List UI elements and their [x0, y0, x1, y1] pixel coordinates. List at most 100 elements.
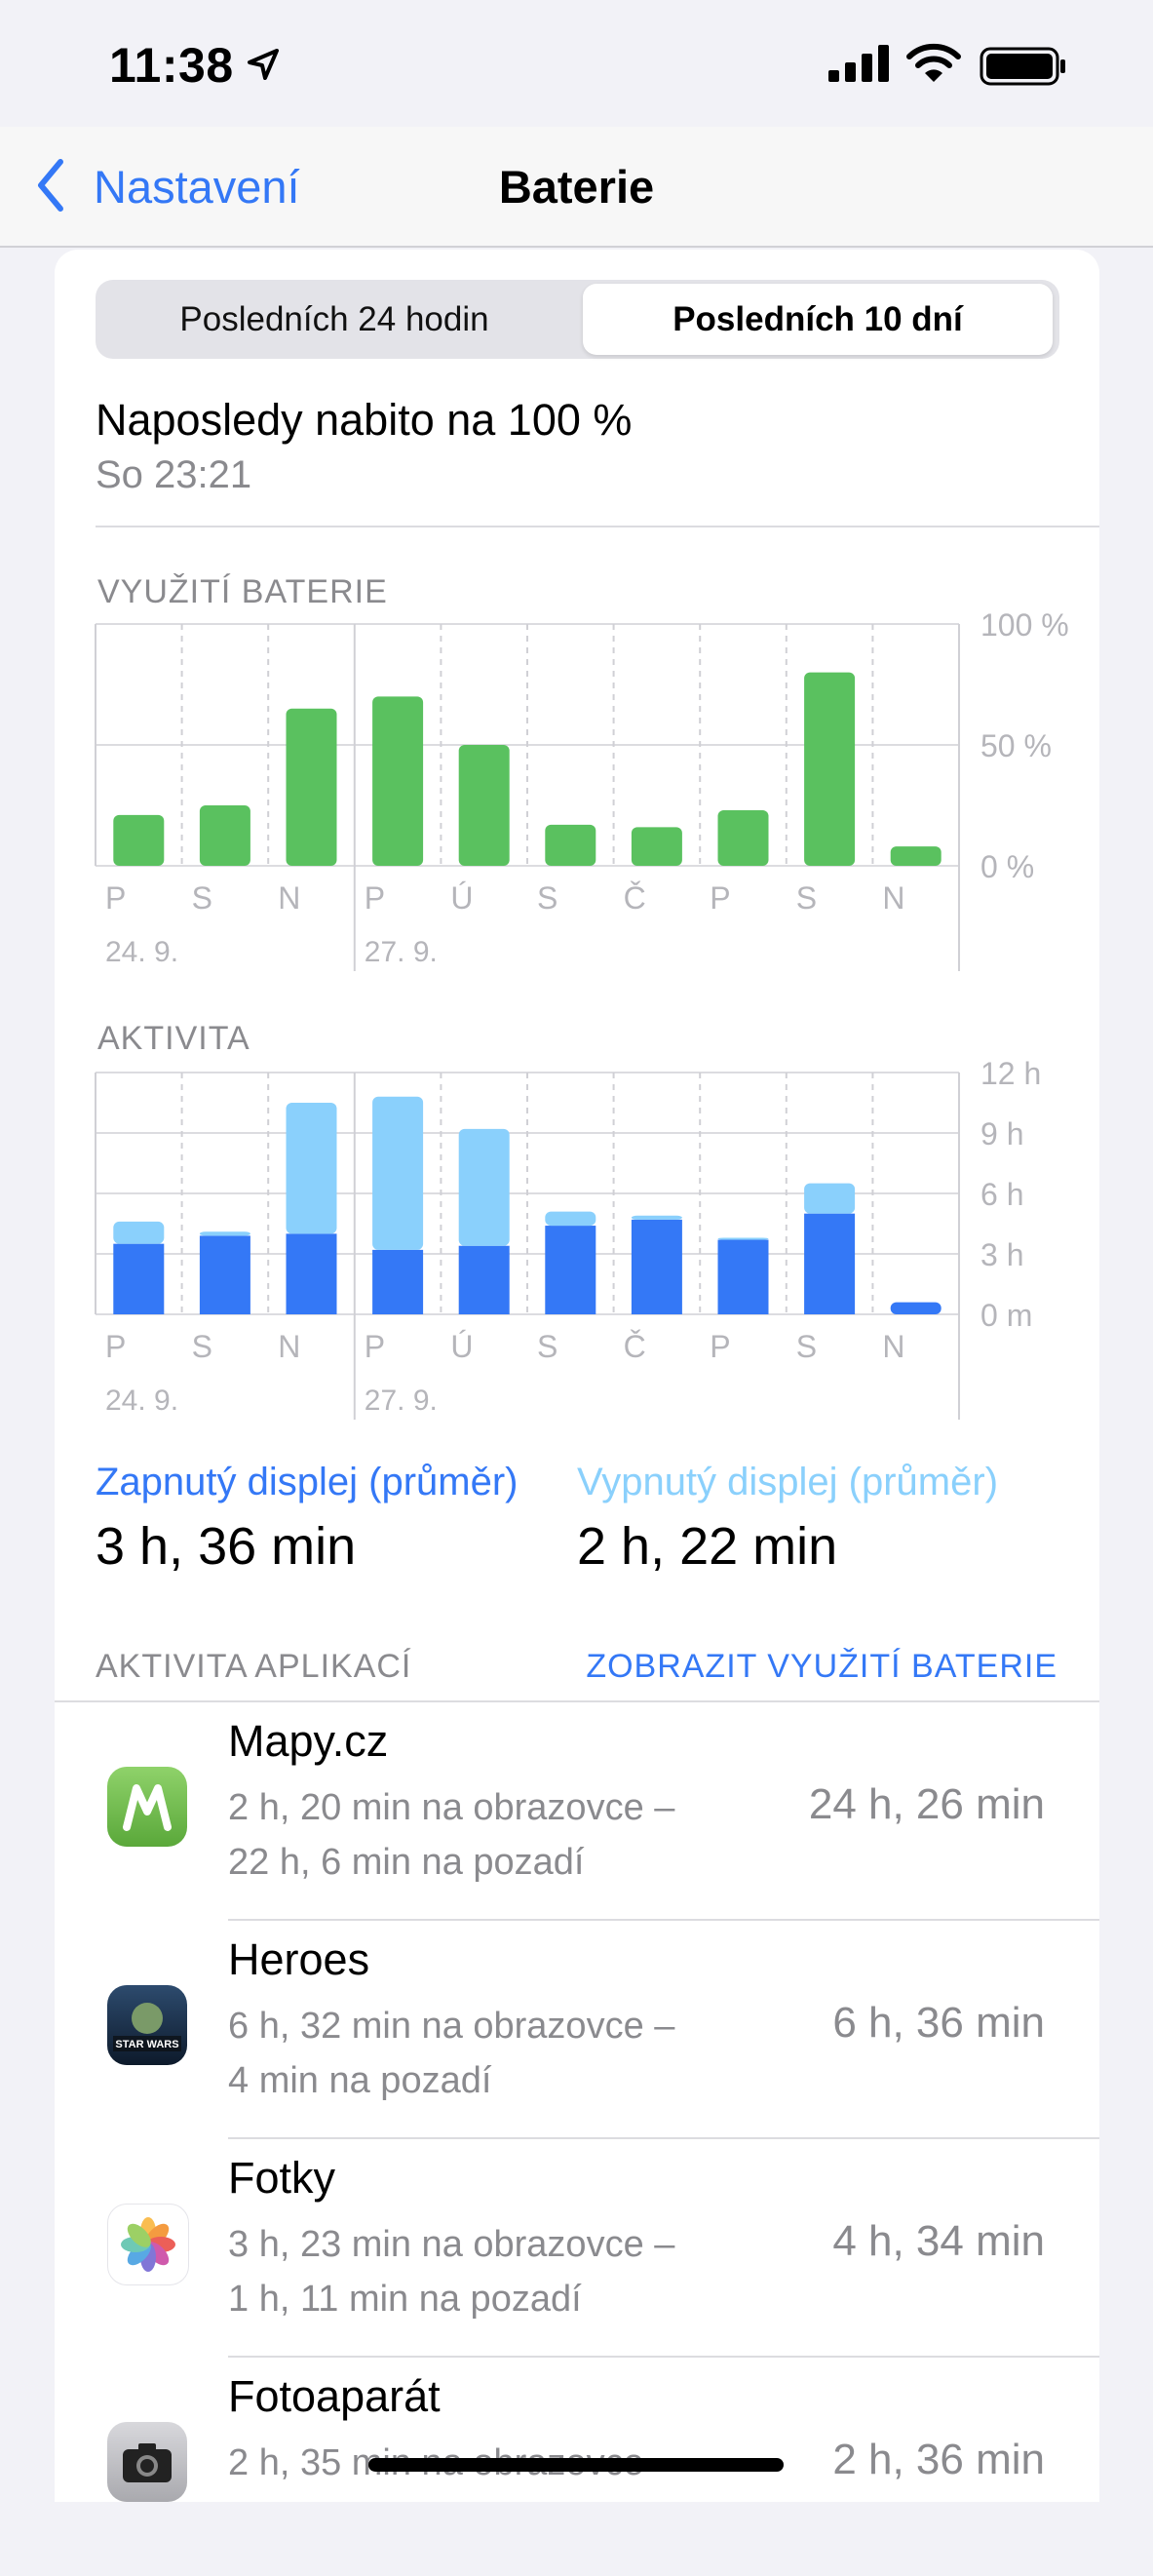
- camera-icon: [107, 2422, 187, 2502]
- bar: [372, 696, 424, 866]
- app-row-heroes[interactable]: STAR WARS Heroes 6 h, 32 min na obrazovc…: [55, 1921, 1099, 2139]
- app-activity-label: AKTIVITA APLIKACÍ: [96, 1648, 412, 1685]
- y-tick-label: 50 %: [980, 728, 1052, 763]
- app-total-time: 2 h, 36 min: [832, 2436, 1045, 2483]
- bar: [717, 1237, 769, 1240]
- date-label: 27. 9.: [365, 936, 438, 968]
- bar: [631, 827, 682, 866]
- status-time: 11:38: [109, 38, 234, 93]
- bar: [717, 1239, 769, 1314]
- x-tick-label: P: [710, 880, 730, 916]
- x-tick-label: N: [882, 880, 904, 916]
- activity-chart[interactable]: 12 h 9 h 6 h 3 h 0 m P S N P Ú S Č P S N 24. 9. 27. 9.: [0, 1053, 1153, 1433]
- date-label: 24. 9.: [105, 1385, 178, 1417]
- show-battery-usage-link[interactable]: ZOBRAZIT VYUŽITÍ BATERIE: [586, 1648, 1057, 1686]
- app-usage-line: 22 h, 6 min na pozadí: [228, 1842, 585, 1883]
- bar: [286, 1103, 337, 1234]
- last-charged-time: So 23:21: [96, 453, 252, 496]
- bar: [631, 1215, 682, 1220]
- x-tick-label: S: [192, 880, 212, 916]
- app-total-time: 6 h, 36 min: [832, 1999, 1045, 2047]
- screen-on-value: 3 h, 36 min: [96, 1517, 357, 1576]
- x-tick-label: S: [796, 1329, 817, 1364]
- app-usage-line: 4 min na pozadí: [228, 2060, 492, 2101]
- y-tick-label: 6 h: [980, 1177, 1023, 1212]
- x-tick-label: N: [278, 1329, 300, 1364]
- app-usage-line: 6 h, 32 min na obrazovce –: [228, 2006, 675, 2047]
- bar: [458, 745, 510, 866]
- bar: [372, 1096, 424, 1250]
- app-usage-line: 2 h, 20 min na obrazovce –: [228, 1787, 675, 1828]
- battery-usage-chart[interactable]: 100 % 50 % 0 % P S N P Ú S Č P S N 24. 9. 27. 9.: [0, 605, 1153, 985]
- x-tick-label: P: [365, 880, 385, 916]
- home-indicator[interactable]: [368, 2458, 784, 2472]
- bar: [804, 1183, 856, 1214]
- date-label: 24. 9.: [105, 936, 178, 968]
- app-row-mapy[interactable]: Mapy.cz 2 h, 20 min na obrazovce – 22 h,…: [55, 1702, 1099, 1921]
- bar: [458, 1245, 510, 1314]
- y-tick-label: 0 %: [980, 849, 1034, 884]
- app-usage-line: 1 h, 11 min na pozadí: [228, 2279, 582, 2320]
- app-usage-detail: 6 h, 32 min na obrazovce – 4 min na poza…: [228, 1999, 774, 2108]
- bar: [717, 809, 769, 866]
- bar: [286, 1233, 337, 1314]
- app-usage-detail: 2 h, 20 min na obrazovce – 22 h, 6 min n…: [228, 1780, 774, 1890]
- y-tick-label: 12 h: [980, 1056, 1041, 1091]
- heroes-icon-text: STAR WARS: [115, 2039, 178, 2050]
- x-tick-label: S: [796, 880, 817, 916]
- mapy-icon: [107, 1767, 187, 1847]
- app-name: Fotoaparát: [228, 2371, 441, 2421]
- x-tick-label: Č: [624, 1329, 646, 1364]
- app-name: Heroes: [228, 1934, 370, 1984]
- segment-10-days[interactable]: Posledních 10 dní: [583, 284, 1053, 355]
- wifi-icon: [906, 43, 961, 82]
- x-tick-label: S: [537, 880, 557, 916]
- x-tick-label: P: [365, 1329, 385, 1364]
- x-tick-label: Č: [624, 880, 646, 916]
- app-name: Mapy.cz: [228, 1716, 389, 1766]
- x-tick-label: P: [105, 1329, 126, 1364]
- bar: [631, 1219, 682, 1314]
- app-name: Fotky: [228, 2153, 336, 2203]
- bar: [113, 1243, 165, 1314]
- app-usage-line: 3 h, 23 min na obrazovce –: [228, 2224, 675, 2265]
- x-tick-label: N: [882, 1329, 904, 1364]
- app-total-time: 24 h, 26 min: [808, 1780, 1045, 1828]
- x-tick-label: S: [537, 1329, 557, 1364]
- battery-icon: [980, 47, 1065, 86]
- segment-24-hours[interactable]: Posledních 24 hodin: [96, 280, 573, 359]
- divider: [96, 526, 1099, 527]
- screen-off-value: 2 h, 22 min: [577, 1517, 838, 1576]
- bar: [890, 846, 942, 866]
- y-tick-label: 0 m: [980, 1298, 1032, 1333]
- x-tick-label: Ú: [450, 1329, 473, 1364]
- y-tick-label: 9 h: [980, 1116, 1023, 1151]
- bar: [199, 1235, 250, 1314]
- x-tick-label: N: [278, 880, 300, 916]
- screen-off-label: Vypnutý displej (průměr): [577, 1461, 999, 1503]
- location-arrow-icon: [248, 49, 279, 80]
- bar: [545, 824, 596, 866]
- bar: [199, 1231, 250, 1236]
- bar: [804, 1213, 856, 1314]
- heroes-icon: STAR WARS: [107, 1985, 187, 2065]
- bar: [113, 814, 165, 866]
- bar: [804, 672, 856, 866]
- cellular-signal-icon: [828, 45, 889, 82]
- app-row-photos[interactable]: Fotky 3 h, 23 min na obrazovce – 1 h, 11…: [55, 2139, 1099, 2358]
- y-tick-label: 3 h: [980, 1237, 1023, 1272]
- bar: [372, 1249, 424, 1314]
- page-title: Baterie: [498, 161, 655, 213]
- x-tick-label: S: [192, 1329, 212, 1364]
- x-tick-label: P: [105, 880, 126, 916]
- period-segmented-control: Posledních 24 hodin Posledních 10 dní: [96, 280, 1059, 359]
- photos-icon: [107, 2204, 189, 2285]
- bar: [545, 1211, 596, 1227]
- last-charged-title: Naposledy nabito na 100 %: [96, 395, 633, 445]
- screen-on-label: Zapnutý displej (průměr): [96, 1461, 519, 1503]
- app-usage-detail: 3 h, 23 min na obrazovce – 1 h, 11 min n…: [228, 2217, 774, 2326]
- y-tick-label: 100 %: [980, 607, 1069, 643]
- bar: [458, 1128, 510, 1246]
- x-tick-label: Ú: [450, 880, 473, 916]
- bar: [890, 1302, 942, 1314]
